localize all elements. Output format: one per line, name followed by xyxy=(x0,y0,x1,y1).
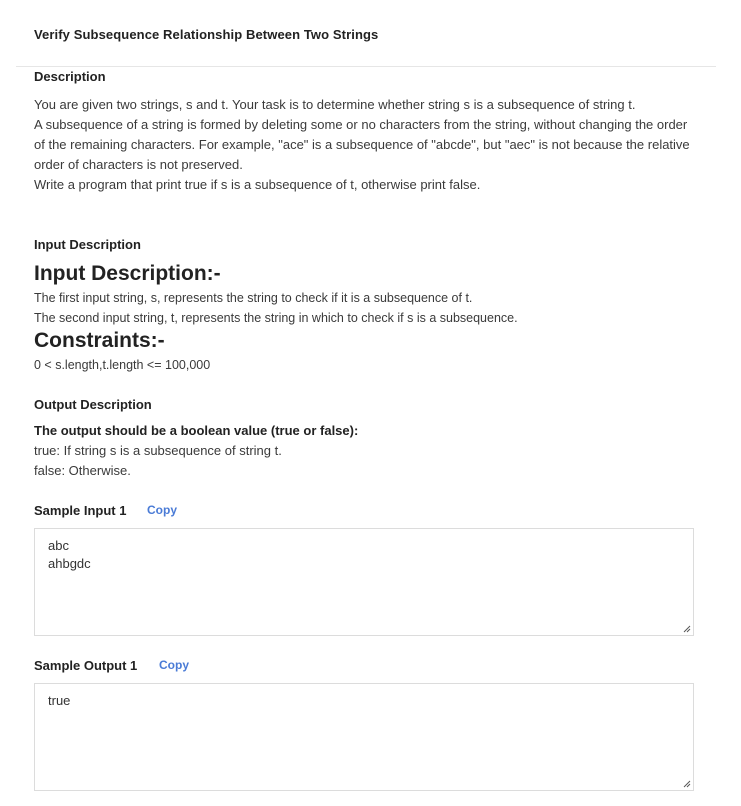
output-description-line: true: If string s is a subsequence of st… xyxy=(34,443,282,458)
output-description-heading: Output Description xyxy=(34,397,152,412)
problem-page: Verify Subsequence Relationship Between … xyxy=(0,0,741,806)
description-line: You are given two strings, s and t. Your… xyxy=(34,97,636,112)
sample-input-copy-button[interactable]: Copy xyxy=(147,503,177,517)
resize-grip-icon[interactable] xyxy=(683,625,691,633)
input-description-body: The first input string, s, represents th… xyxy=(34,288,518,328)
constraints-heading: Constraints:- xyxy=(34,329,165,352)
output-description-body: true: If string s is a subsequence of st… xyxy=(34,441,699,481)
page-title: Verify Subsequence Relationship Between … xyxy=(34,27,379,42)
sample-input-textarea[interactable] xyxy=(34,528,694,636)
sample-output-copy-button[interactable]: Copy xyxy=(159,658,189,672)
output-description-line: false: Otherwise. xyxy=(34,463,131,478)
output-description-bold-line: The output should be a boolean value (tr… xyxy=(34,423,359,438)
header-divider xyxy=(16,66,716,67)
resize-grip-icon[interactable] xyxy=(683,780,691,788)
sample-output-textarea[interactable] xyxy=(34,683,694,791)
input-description-line: The first input string, s, represents th… xyxy=(34,291,473,305)
description-line: Write a program that print true if s is … xyxy=(34,177,481,192)
sample-input-label: Sample Input 1 xyxy=(34,503,127,518)
sample-output-label: Sample Output 1 xyxy=(34,658,138,673)
input-description-line: The second input string, t, represents t… xyxy=(34,311,518,325)
constraints-text: 0 < s.length,t.length <= 100,000 xyxy=(34,358,211,372)
description-line: A subsequence of a string is formed by d… xyxy=(34,117,690,172)
input-description-big-heading: Input Description:- xyxy=(34,262,221,285)
description-heading: Description xyxy=(34,69,106,84)
description-body: You are given two strings, s and t. Your… xyxy=(34,95,699,195)
input-description-heading: Input Description xyxy=(34,237,141,252)
